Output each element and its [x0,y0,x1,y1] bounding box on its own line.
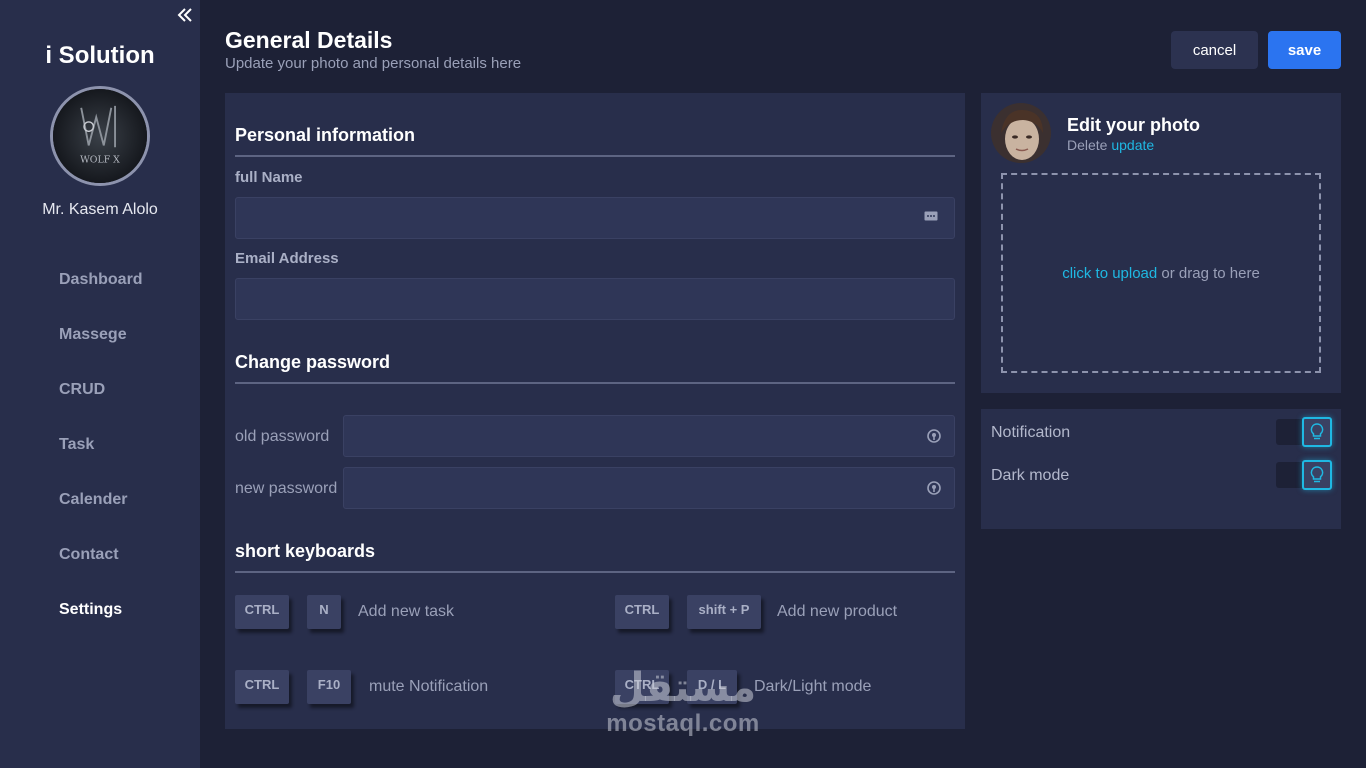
shortcut-description: Add new task [358,603,455,620]
key-ctrl: CTRL [615,595,669,629]
sidebar-item-dashboard[interactable]: Dashboard [59,270,143,325]
sidebar-nav: Dashboard Massege CRUD Task Calender Con… [59,270,143,655]
preferences-card: Notification Dark mode [981,409,1341,529]
profile-photo [991,103,1051,163]
sidebar-item-task[interactable]: Task [59,435,143,490]
watermark-arabic: مستقل [609,665,757,711]
email-field[interactable] [235,278,955,320]
delete-photo-link[interactable]: Delete [1067,137,1107,153]
key-f10: F10 [307,670,351,704]
save-button[interactable]: save [1268,31,1341,69]
lightbulb-icon [1302,417,1332,447]
sidebar-item-settings[interactable]: Settings [59,600,143,655]
upload-hint: or drag to here [1157,264,1260,282]
avatar-text: WOLF X [80,154,120,165]
key-shift-p: shift + P [687,595,761,629]
key-icon[interactable] [927,481,941,495]
new-password-field[interactable] [343,467,955,509]
full-name-label: full Name [235,169,303,186]
change-password-title: Change password [235,352,391,372]
divider [235,155,955,157]
sidebar-item-contact[interactable]: Contact [59,545,143,600]
cancel-button[interactable]: cancel [1171,31,1258,69]
toggle-track [1276,462,1304,488]
dark-mode-label: Dark mode [991,467,1070,484]
sidebar-item-massege[interactable]: Massege [59,325,143,380]
divider [235,571,955,573]
notification-toggle[interactable] [1276,417,1332,447]
shortcut-description: mute Notification [369,678,489,695]
dark-mode-toggle[interactable] [1276,460,1332,490]
full-name-field[interactable] [235,197,955,239]
key-ctrl: CTRL [235,670,289,704]
upload-dropzone[interactable]: click to upload or drag to here [1001,173,1321,373]
sidebar-item-calender[interactable]: Calender [59,490,143,545]
update-photo-link[interactable]: update [1111,137,1154,153]
sidebar: i Solution WOLF X Mr. Kasem Alolo Dashbo… [0,0,200,768]
sidebar-item-crud[interactable]: CRUD [59,380,143,435]
key-n: N [307,595,341,629]
old-password-label: old password [235,428,330,445]
page-subtitle: Update your photo and personal details h… [225,55,522,72]
details-panel: Personal information full Name Email Add… [225,93,965,729]
edit-photo-title: Edit your photo [1067,115,1200,135]
new-password-label: new password [235,480,338,497]
toggle-track [1276,419,1304,445]
collapse-sidebar-icon[interactable] [176,6,194,24]
avatar: WOLF X [50,86,150,186]
shortcuts-title: short keyboards [235,541,376,561]
key-icon[interactable] [927,429,941,443]
divider [235,382,955,384]
watermark: مستقل mostaql.com [583,666,783,738]
shortcut-description: Add new product [777,603,898,620]
key-ctrl: CTRL [235,595,289,629]
watermark-latin: mostaql.com [606,710,760,737]
brand-title: i Solution [45,42,155,69]
lightbulb-icon [1302,460,1332,490]
old-password-field[interactable] [343,415,955,457]
photo-card: Edit your photo Delete update click to u… [981,93,1341,393]
photo-actions: Delete update [1067,137,1154,153]
user-name: Mr. Kasem Alolo [42,201,158,218]
autofill-icon[interactable] [924,209,938,223]
click-to-upload-link[interactable]: click to upload [1062,265,1157,282]
personal-info-title: Personal information [235,125,416,145]
notification-label: Notification [991,424,1071,441]
page-title: General Details [225,27,393,53]
email-label: Email Address [235,250,339,267]
